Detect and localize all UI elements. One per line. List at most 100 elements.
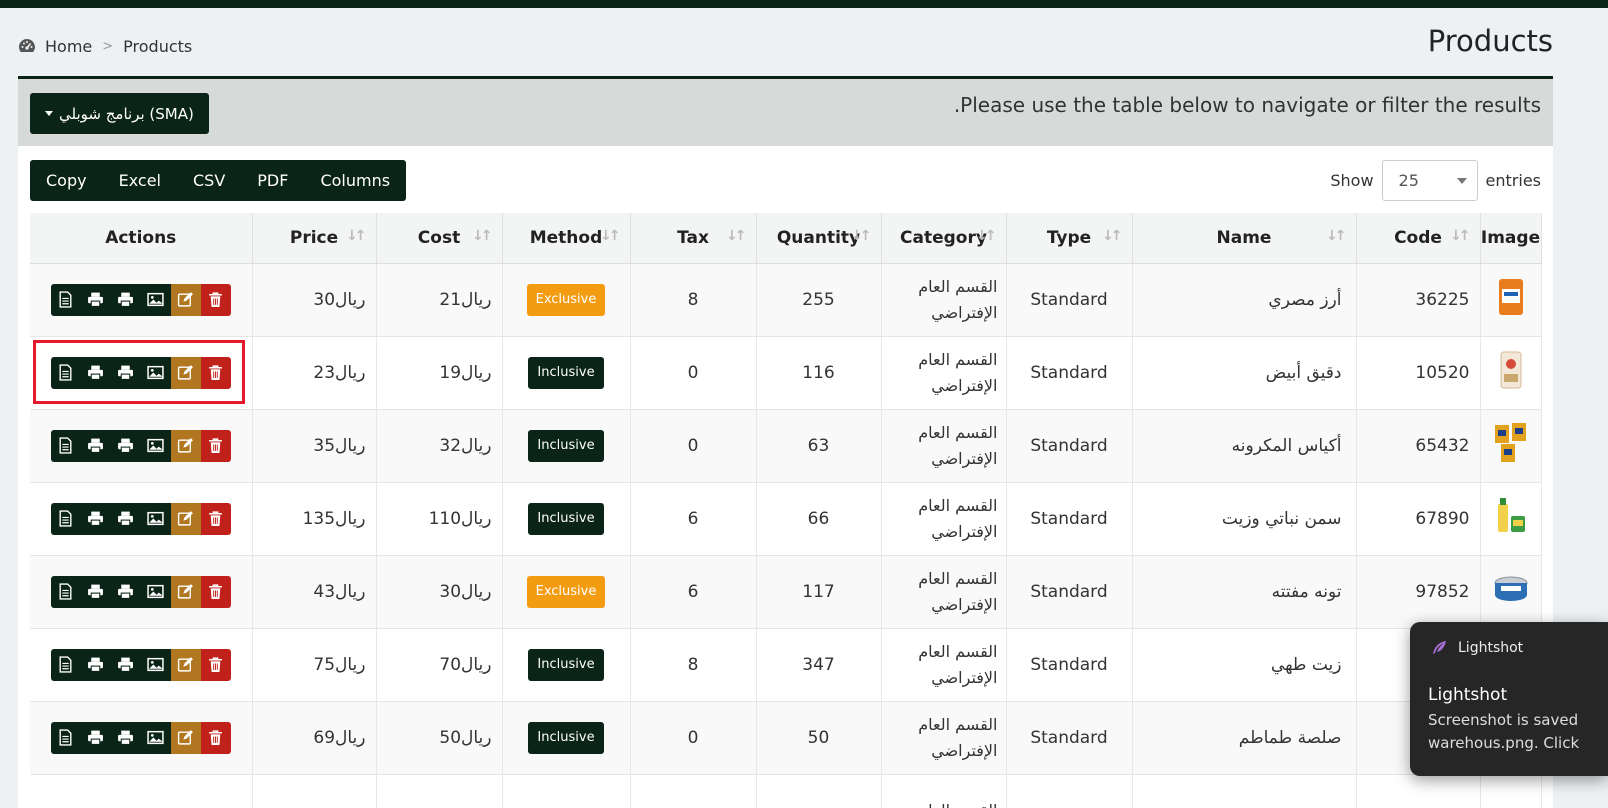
method-cell: Inclusive — [502, 409, 631, 483]
sort-icon: ↓↑ — [600, 228, 621, 244]
actions-cell — [30, 701, 253, 775]
toast-header: Lightshot — [1430, 639, 1523, 657]
edit-icon[interactable] — [170, 575, 201, 608]
sort-icon: ↓↑ — [1102, 228, 1123, 244]
edit-icon[interactable] — [170, 721, 201, 754]
col-image: Image — [1480, 213, 1542, 264]
print-label-icon[interactable] — [110, 648, 141, 681]
print-label-icon[interactable] — [110, 283, 141, 316]
details-file-icon[interactable] — [50, 356, 81, 389]
name-cell: أكياس المكرونه — [1132, 409, 1357, 483]
col-code[interactable]: Code ↓↑ — [1356, 213, 1481, 264]
entries-label: entries — [1485, 171, 1541, 190]
col-method[interactable]: Method ↓↑ — [502, 213, 631, 264]
view-image-icon[interactable] — [140, 429, 171, 462]
product-image[interactable] — [1480, 263, 1542, 337]
sort-icon: ↓↑ — [346, 228, 367, 244]
print-barcode-icon[interactable] — [80, 502, 111, 535]
top-bar — [0, 0, 1608, 8]
print-label-icon[interactable] — [110, 429, 141, 462]
details-file-icon[interactable] — [50, 575, 81, 608]
col-cost[interactable]: Cost ↓↑ — [376, 213, 503, 264]
sort-icon: ↓↑ — [726, 228, 747, 244]
delete-icon[interactable] — [200, 575, 231, 608]
print-label-icon[interactable] — [110, 721, 141, 754]
table-row: 135ريال 110ريال Inclusive 6 66 القسم العام ال… — [30, 482, 1542, 556]
col-tax[interactable]: Tax ↓↑ — [630, 213, 757, 264]
warehouse-dropdown-label: برنامج شوبلي (SMA) — [59, 104, 194, 123]
view-image-icon[interactable] — [140, 502, 171, 535]
name-cell: سمن نباتي وزيت — [1132, 482, 1357, 556]
delete-icon[interactable] — [200, 648, 231, 681]
print-label-icon[interactable] — [110, 575, 141, 608]
csv-button[interactable]: CSV — [177, 160, 241, 201]
delete-icon[interactable] — [200, 721, 231, 754]
columns-button[interactable]: Columns — [304, 160, 406, 201]
edit-icon[interactable] — [170, 283, 201, 316]
col-name[interactable]: Name ↓↑ — [1132, 213, 1357, 264]
delete-icon[interactable] — [200, 356, 231, 389]
tax-cell: 0 — [630, 409, 757, 483]
entries-select-value: 25 — [1398, 171, 1419, 190]
col-category[interactable]: Category ↓↑ — [881, 213, 1007, 264]
product-image[interactable] — [1480, 774, 1542, 808]
quantity-cell: 116 — [756, 336, 882, 410]
details-file-icon[interactable] — [50, 502, 81, 535]
view-image-icon[interactable] — [140, 721, 171, 754]
delete-icon[interactable] — [200, 429, 231, 462]
caret-down-icon — [45, 111, 53, 116]
category-cell: القسم العام الإفتراضي — [881, 628, 1007, 702]
product-image[interactable] — [1480, 336, 1542, 410]
print-barcode-icon[interactable] — [80, 721, 111, 754]
cost-cell: 21ريال — [376, 263, 503, 337]
entries-select[interactable]: 25 — [1381, 160, 1478, 201]
type-cell: Standard — [1006, 336, 1133, 410]
col-type[interactable]: Type ↓↑ — [1006, 213, 1133, 264]
view-image-icon[interactable] — [140, 356, 171, 389]
edit-icon[interactable] — [170, 429, 201, 462]
print-barcode-icon[interactable] — [80, 356, 111, 389]
edit-icon[interactable] — [170, 502, 201, 535]
col-quantity[interactable]: Quantity ↓↑ — [756, 213, 882, 264]
method-cell: Inclusive — [502, 701, 631, 775]
print-label-icon[interactable] — [110, 356, 141, 389]
edit-icon[interactable] — [170, 648, 201, 681]
product-image[interactable] — [1480, 482, 1542, 556]
cost-cell: 19ريال — [376, 336, 503, 410]
print-barcode-icon[interactable] — [80, 283, 111, 316]
details-file-icon[interactable] — [50, 721, 81, 754]
row-actions — [50, 648, 231, 681]
product-image[interactable] — [1480, 409, 1542, 483]
delete-icon[interactable] — [200, 283, 231, 316]
breadcrumb-home[interactable]: Home — [45, 37, 92, 56]
details-file-icon[interactable] — [50, 283, 81, 316]
print-barcode-icon[interactable] — [80, 575, 111, 608]
table-row: القسم العام — [30, 774, 1542, 808]
quantity-cell: 347 — [756, 628, 882, 702]
name-cell: زيت طهي — [1132, 628, 1357, 702]
excel-button[interactable]: Excel — [103, 160, 177, 201]
copy-button[interactable]: Copy — [30, 160, 103, 201]
category-cell: القسم العام الإفتراضي — [881, 555, 1007, 629]
print-barcode-icon[interactable] — [80, 429, 111, 462]
actions-cell — [30, 336, 253, 410]
table-row: 23ريال 19ريال Inclusive 0 116 القسم العام الإ… — [30, 336, 1542, 410]
details-file-icon[interactable] — [50, 648, 81, 681]
method-cell: Inclusive — [502, 628, 631, 702]
actions-cell — [30, 482, 253, 556]
product-image[interactable] — [1480, 555, 1542, 629]
col-price[interactable]: Price ↓↑ — [252, 213, 377, 264]
view-image-icon[interactable] — [140, 283, 171, 316]
print-label-icon[interactable] — [110, 502, 141, 535]
view-image-icon[interactable] — [140, 575, 171, 608]
pdf-button[interactable]: PDF — [241, 160, 304, 201]
delete-icon[interactable] — [200, 502, 231, 535]
lightshot-notification[interactable]: Lightshot Lightshot Screenshot is saved … — [1410, 622, 1608, 776]
edit-icon[interactable] — [170, 356, 201, 389]
view-image-icon[interactable] — [140, 648, 171, 681]
chevron-down-icon — [1456, 177, 1467, 184]
price-cell — [252, 774, 377, 808]
details-file-icon[interactable] — [50, 429, 81, 462]
warehouse-dropdown-button[interactable]: برنامج شوبلي (SMA) — [30, 93, 209, 134]
print-barcode-icon[interactable] — [80, 648, 111, 681]
